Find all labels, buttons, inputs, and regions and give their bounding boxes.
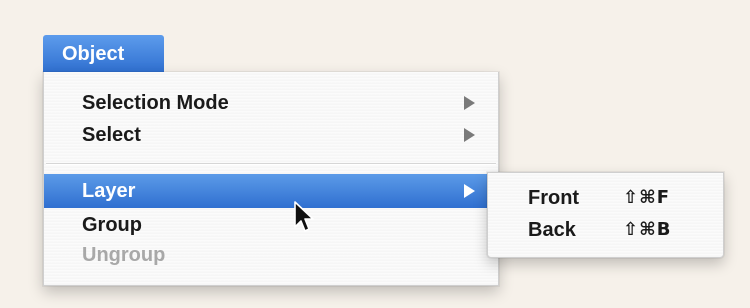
submenu-item-back[interactable]: Back ⇧⌘B: [488, 213, 723, 247]
submenu-arrow-icon: [462, 174, 476, 208]
submenu-item-label: Back: [528, 219, 576, 241]
menu-item-label: Group: [82, 214, 142, 236]
submenu-arrow-icon: [462, 86, 476, 120]
menu-item-label: Select: [82, 124, 141, 146]
menu-item-label: Ungroup: [82, 244, 166, 266]
keyboard-shortcut: ⇧⌘B: [623, 219, 672, 240]
menu-item-label: Selection Mode: [82, 92, 229, 114]
menu-item-label: Layer: [82, 180, 136, 202]
submenu-arrow-icon: [462, 118, 476, 152]
menu-item-layer[interactable]: Layer: [44, 174, 498, 208]
mouse-pointer-icon: [294, 201, 314, 232]
menu-item-select[interactable]: Select: [44, 118, 498, 152]
submenu-item-front[interactable]: Front ⇧⌘F: [488, 181, 723, 215]
object-menu-dropdown: Selection Mode Select Layer Group Ungrou…: [43, 72, 499, 286]
menu-item-group[interactable]: Group: [44, 208, 498, 242]
keyboard-shortcut: ⇧⌘F: [623, 187, 671, 208]
menu-item-selection-mode[interactable]: Selection Mode: [44, 86, 498, 120]
menu-title-object[interactable]: Object: [43, 35, 164, 73]
menu-separator: [46, 163, 496, 164]
layer-submenu: Front ⇧⌘F Back ⇧⌘B: [487, 172, 724, 258]
menu-item-ungroup: Ungroup: [44, 238, 498, 272]
submenu-item-label: Front: [528, 187, 580, 209]
